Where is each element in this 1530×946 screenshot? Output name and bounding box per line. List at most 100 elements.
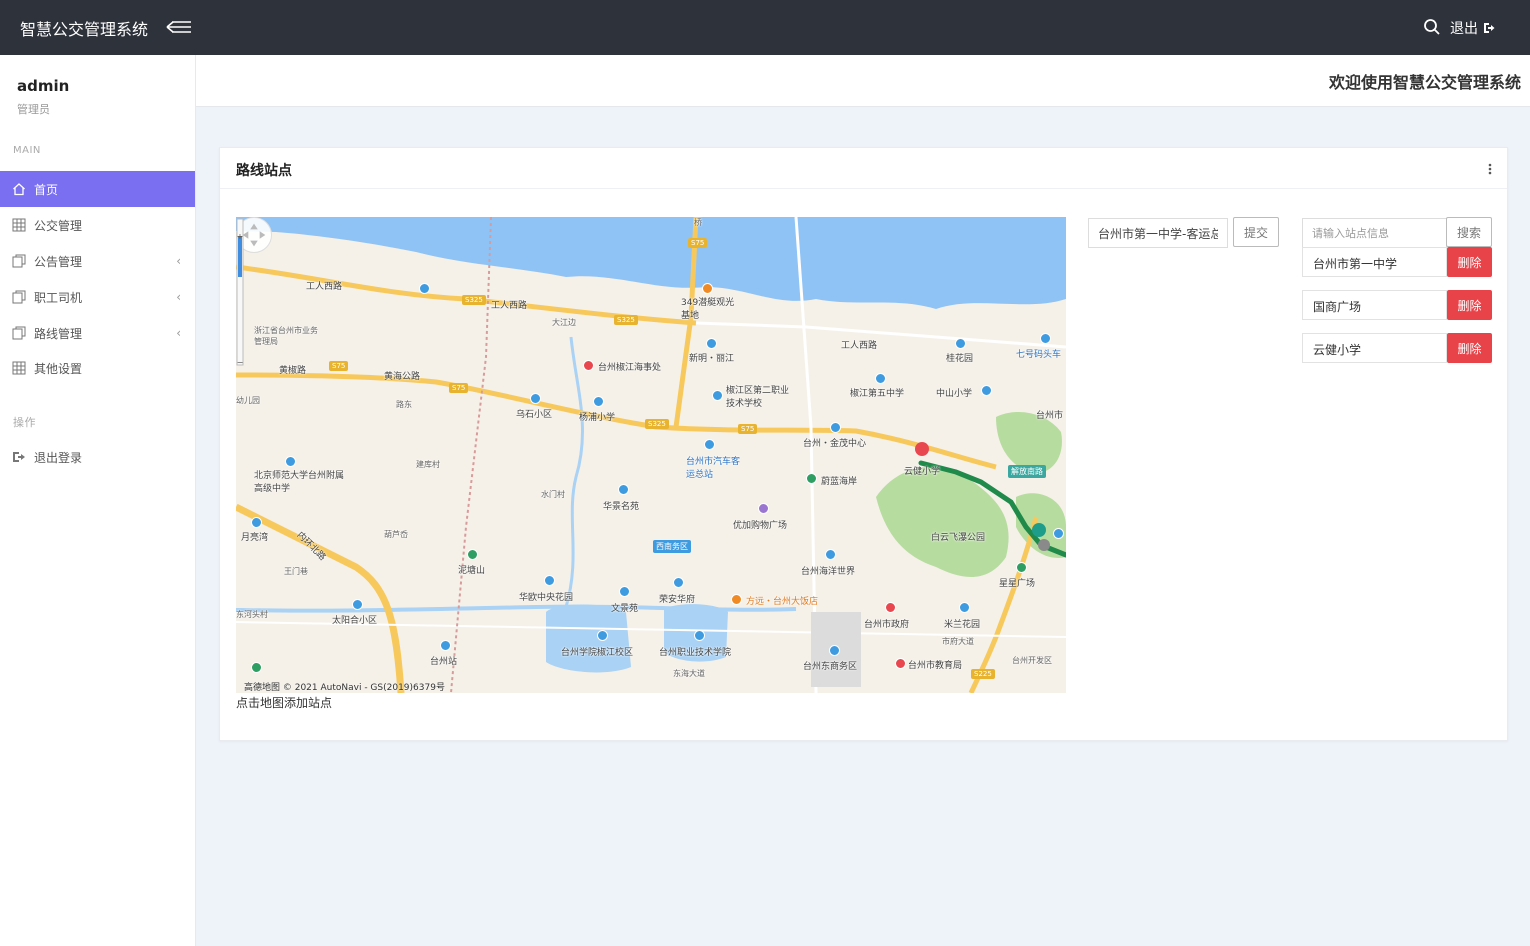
map-label: 东海大道 — [673, 669, 705, 678]
park-icon — [251, 662, 262, 673]
bus-stop-icon — [544, 575, 555, 586]
top-navbar: 智慧公交管理系统 退出 — [0, 0, 1530, 55]
map-label: 北京师范大学台州附属高级中学 — [254, 471, 345, 494]
map-label: 新明・丽江 — [689, 354, 735, 364]
school-icon — [593, 396, 604, 407]
bus-stop-icon — [1040, 333, 1051, 344]
mountain-icon — [467, 549, 478, 560]
map-label: 台州学院椒江校区 — [561, 648, 634, 658]
school-icon — [712, 390, 723, 401]
map-label: 王门巷 — [284, 567, 308, 576]
sidebar-item-other-settings[interactable]: 其他设置 — [0, 350, 195, 386]
svg-text:−: − — [237, 358, 244, 367]
app-title: 智慧公交管理系统 — [20, 20, 149, 39]
page-header: 欢迎使用智慧公交管理系统 — [196, 55, 1530, 107]
station-list-item: 台州市第一中学 删除 — [1302, 247, 1492, 277]
map-label: 工人西路 — [491, 301, 528, 311]
map-label: 台州开发区 — [1012, 656, 1052, 665]
map-zoom-slider[interactable]: + − — [236, 217, 244, 367]
sidebar-item-label: 其他设置 — [34, 361, 83, 376]
logout-button[interactable]: 退出 — [1450, 18, 1495, 38]
road-badge: S75 — [329, 361, 349, 371]
sidebar-item-announcements[interactable]: 公告管理 ‹ — [0, 243, 195, 279]
menu-toggle-icon[interactable] — [163, 17, 193, 37]
sidebar-item-label: 公告管理 — [34, 254, 83, 269]
grid-icon — [12, 218, 26, 232]
sidebar-item-label: 职工司机 — [34, 290, 83, 305]
map-label: 东河头村 — [236, 610, 268, 619]
government-icon — [885, 602, 896, 613]
bus-stop-icon — [706, 338, 717, 349]
map-label: 台州站 — [430, 657, 458, 667]
map-label: 台州市 — [1036, 411, 1064, 421]
search-icon[interactable] — [1423, 18, 1441, 36]
station-name: 台州市第一中学 — [1302, 247, 1447, 277]
park-icon — [1016, 562, 1027, 573]
sidebar-item-label: 退出登录 — [34, 450, 83, 465]
delete-station-button[interactable]: 删除 — [1447, 247, 1492, 277]
map-label: 乌石小区 — [516, 410, 553, 420]
map-label: 解放南路 — [1008, 465, 1046, 478]
map-label: 华景名苑 — [603, 502, 640, 512]
map-label: 荣安华府 — [659, 595, 696, 605]
school-icon — [875, 373, 886, 384]
sidebar-item-routes[interactable]: 路线管理 ‹ — [0, 315, 195, 351]
map-label: 台州市政府 — [864, 620, 910, 630]
map-label: 杨浦小学 — [579, 413, 616, 423]
road-badge: S75 — [449, 383, 469, 393]
school-icon — [285, 456, 296, 467]
road-badge: S225 — [971, 669, 995, 679]
map-label: 路东 — [396, 400, 412, 409]
sidebar-item-logout[interactable]: 退出登录 — [0, 439, 195, 475]
copy-icon — [12, 290, 26, 304]
bus-stop-icon — [829, 645, 840, 656]
school-icon — [694, 630, 705, 641]
road-badge: S75 — [738, 424, 758, 434]
map-label: 台州椒江海事处 — [598, 363, 662, 373]
map-label: 黄椒路 — [279, 366, 307, 376]
search-button[interactable]: 搜索 — [1446, 217, 1492, 247]
map-label: 中山小学 — [936, 389, 973, 399]
map-label: 云健小学 — [904, 467, 941, 477]
sidebar-item-label: 公交管理 — [34, 218, 83, 233]
anchor-icon — [419, 283, 430, 294]
submit-button[interactable]: 提交 — [1233, 217, 1279, 247]
school-icon — [597, 630, 608, 641]
card-divider — [220, 188, 1507, 189]
map-label: 七号码头车 — [1016, 350, 1062, 360]
delete-station-button[interactable]: 删除 — [1447, 290, 1492, 320]
map-label: 椒江区第二职业技术学校 — [726, 386, 790, 409]
sidebar-item-bus-management[interactable]: 公交管理 — [0, 207, 195, 243]
route-name-input[interactable] — [1088, 218, 1228, 248]
map-canvas[interactable]: 工人西路 工人西路 工人西路 黄椒路 黄海公路 浙江省台州市业务管理局 路东 建… — [236, 217, 1066, 693]
sidebar-item-drivers[interactable]: 职工司机 ‹ — [0, 279, 195, 315]
bus-station-icon — [704, 439, 715, 450]
map-label: 华欧中央花园 — [519, 593, 574, 603]
map-label: 幼儿园 — [236, 396, 260, 405]
map-label: 台州市教育局 — [908, 661, 963, 671]
map-label: 建库村 — [416, 460, 440, 469]
park-icon — [806, 473, 817, 484]
map-label: 台州东商务区 — [803, 662, 858, 672]
station-list-item: 国商广场 删除 — [1302, 290, 1492, 320]
bus-stop-icon — [530, 393, 541, 404]
svg-text:+: + — [237, 232, 244, 241]
map-label: 工人西路 — [841, 341, 878, 351]
government-icon — [583, 360, 594, 371]
delete-station-button[interactable]: 删除 — [1447, 333, 1492, 363]
train-station-icon — [440, 640, 451, 651]
bus-stop-icon — [251, 517, 262, 528]
chevron-left-icon: ‹ — [176, 254, 181, 268]
sidebar: admin 管理员 MAIN 首页 公交管理 公告管理 ‹ 职工司机 ‹ 路线管… — [0, 55, 196, 946]
bus-stop-icon — [830, 422, 841, 433]
bus-stop-icon — [673, 577, 684, 588]
station-search-input[interactable] — [1302, 218, 1447, 248]
map-label: 台州市汽车客运总站 — [686, 457, 741, 480]
road-badge: S325 — [645, 419, 669, 429]
map-label: 白云飞瀑公园 — [931, 533, 986, 543]
more-vertical-icon[interactable] — [1487, 162, 1493, 176]
school-icon — [981, 385, 992, 396]
card-title: 路线站点 — [236, 163, 292, 179]
map-label: 葫芦岙 — [384, 530, 408, 539]
sidebar-item-home[interactable]: 首页 — [0, 171, 195, 207]
